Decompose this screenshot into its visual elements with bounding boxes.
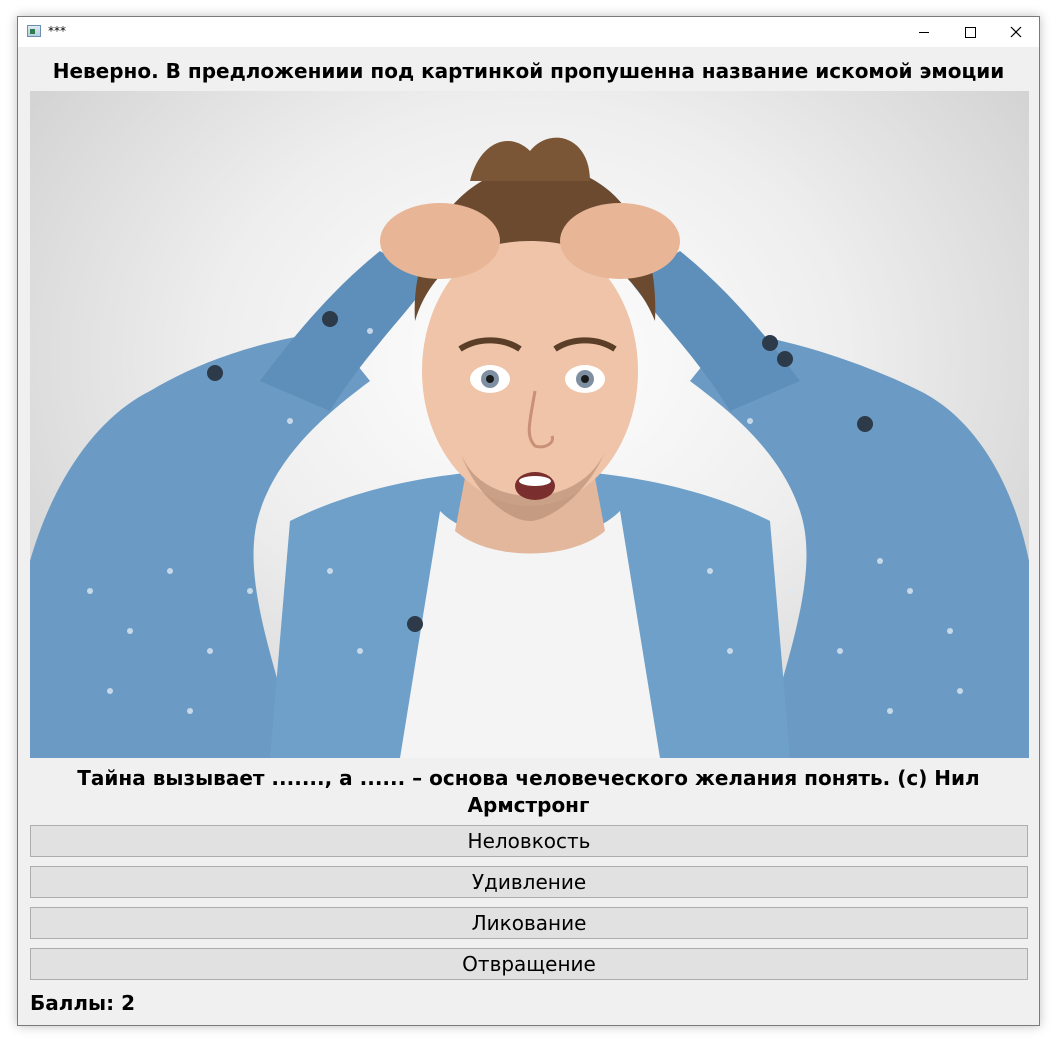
question-quote: Тайна вызывает ......., а ...... – основ… xyxy=(77,766,980,817)
score-label: Баллы: 2 xyxy=(30,991,135,1015)
title-bar[interactable]: *** xyxy=(18,17,1039,47)
close-icon xyxy=(1010,26,1022,38)
feedback-message: Неверно. В предложениии под картинкой пр… xyxy=(52,59,1005,83)
window-title: *** xyxy=(48,24,66,38)
answer-button-3[interactable]: Ликование xyxy=(30,907,1028,939)
answer-button-1[interactable]: Неловкость xyxy=(30,825,1028,857)
app-window: *** Неверно. В предложениии под картинко… xyxy=(17,16,1040,1026)
answer-button-4[interactable]: Отвращение xyxy=(30,948,1028,980)
close-button[interactable] xyxy=(993,17,1039,47)
maximize-button[interactable] xyxy=(947,17,993,47)
surprised-man-illustration xyxy=(30,137,1029,758)
emotion-photo xyxy=(30,91,1029,758)
minimize-button[interactable] xyxy=(901,17,947,47)
app-icon xyxy=(27,25,41,37)
answer-button-2[interactable]: Удивление xyxy=(30,866,1028,898)
